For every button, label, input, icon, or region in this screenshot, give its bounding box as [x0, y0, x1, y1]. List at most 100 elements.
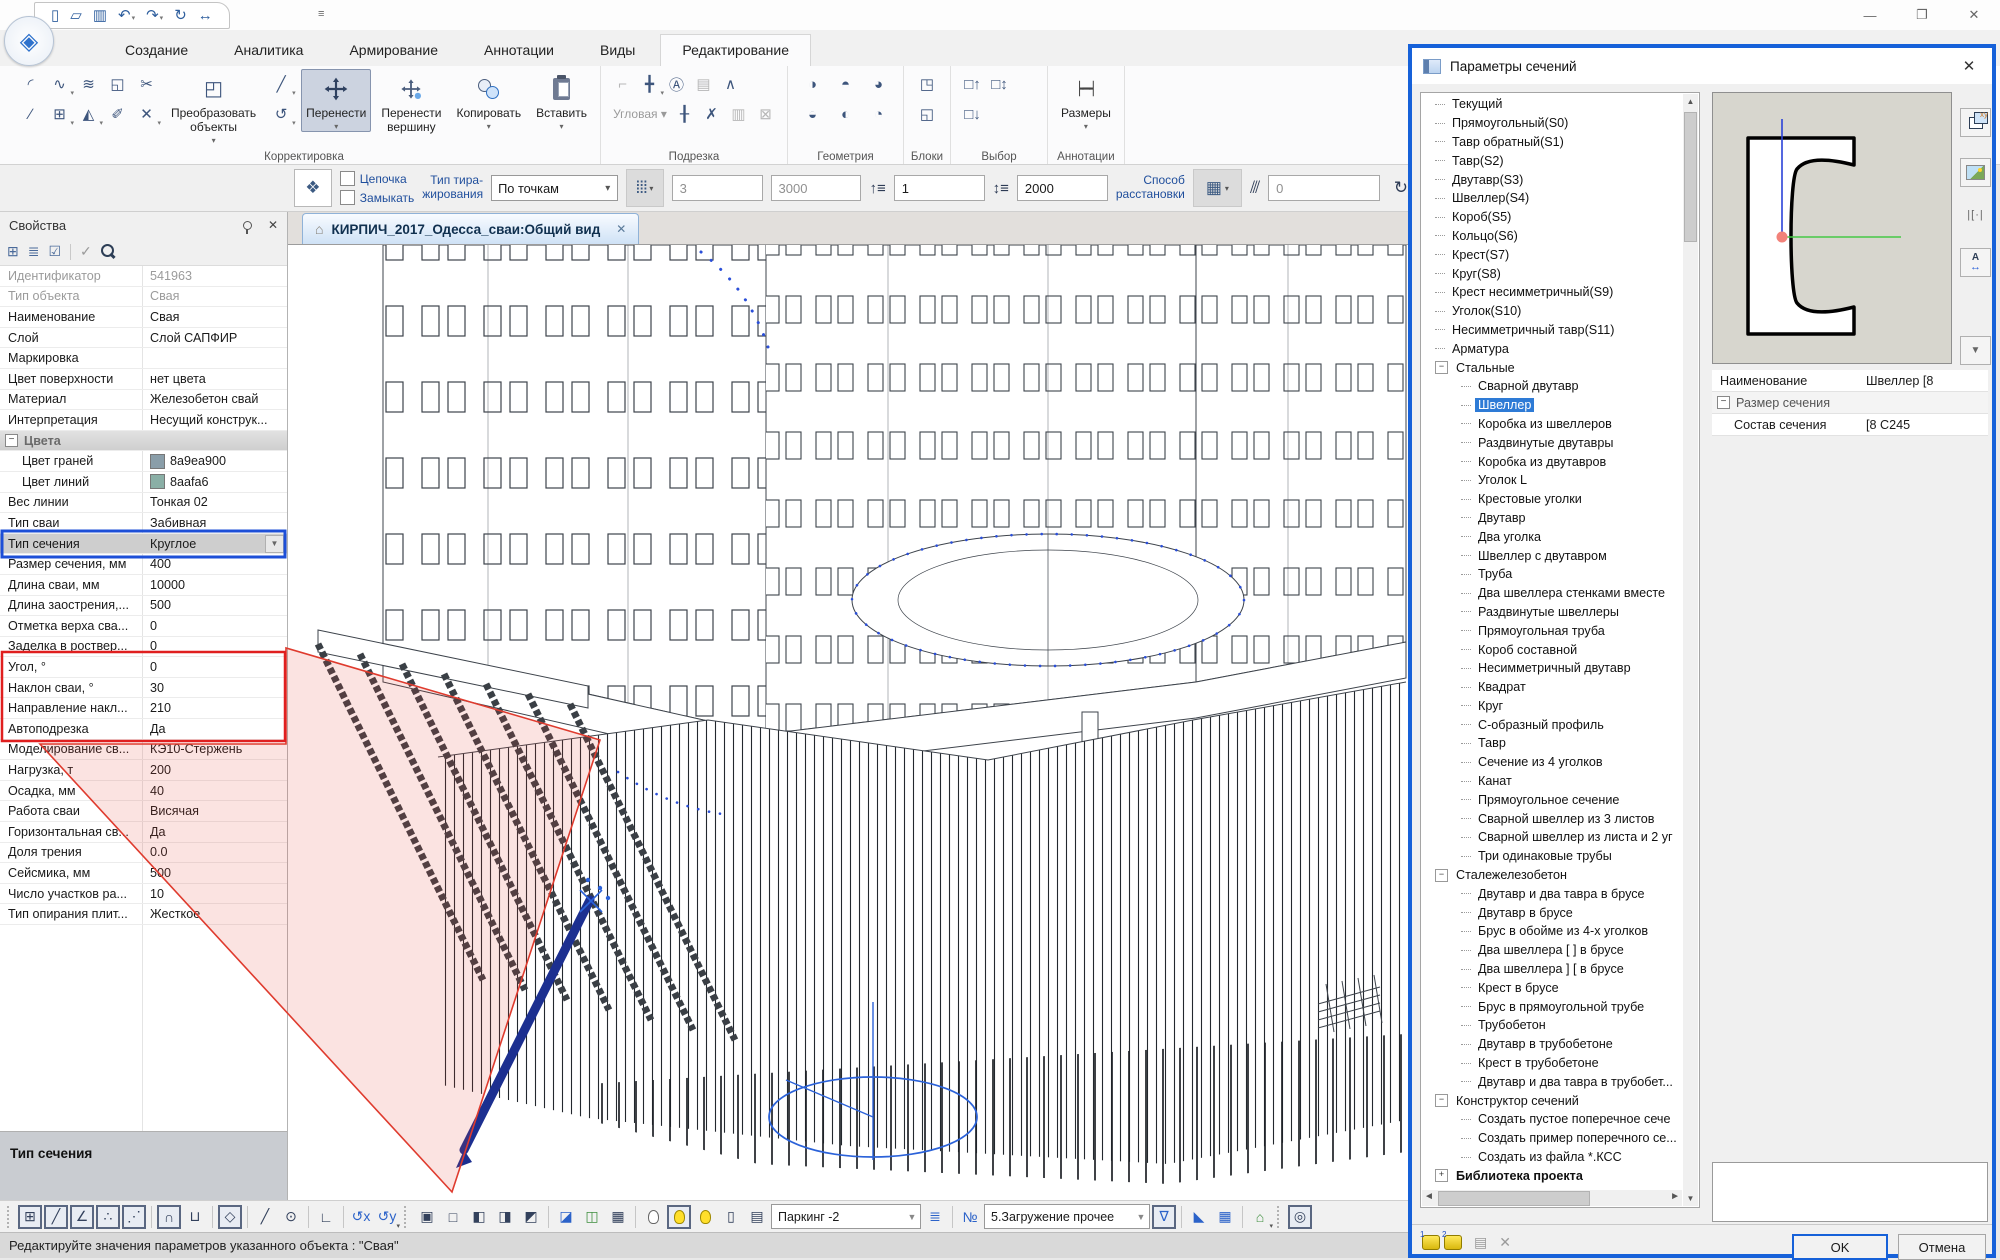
property-row[interactable]: НаименованиеСвая — [0, 307, 287, 328]
property-value[interactable]: Висячая — [142, 804, 287, 818]
tree-item[interactable]: Тавр — [1423, 734, 1682, 753]
box-cut-icon[interactable]: ⊠ — [752, 102, 779, 127]
cursor-filter-icon[interactable]: ◣ — [1187, 1205, 1211, 1229]
redo-icon[interactable]: ↷▾ — [146, 8, 163, 23]
tree-item[interactable]: −Сталежелезобетон — [1423, 866, 1682, 885]
workplane-snap-icon[interactable]: ◇ — [218, 1205, 242, 1229]
property-row[interactable]: Нагрузка, т200 — [0, 760, 287, 781]
pin-icon[interactable] — [243, 221, 252, 230]
boolean-slice-icon[interactable]: ◔ — [865, 102, 892, 127]
tree-item[interactable]: Прямоугольное сечение — [1423, 790, 1682, 809]
ungroup-icon[interactable]: ◱ — [913, 102, 940, 127]
tree-item[interactable]: Коробка из двутавров — [1423, 452, 1682, 471]
property-row[interactable]: ИнтерпретацияНесущий конструк... — [0, 410, 287, 431]
color-swatch[interactable] — [150, 454, 165, 469]
property-row[interactable]: Идентификатор541963 — [0, 266, 287, 287]
cancel-button[interactable]: Отмена — [1898, 1234, 1986, 1260]
tree-item[interactable]: Короб(S5) — [1423, 208, 1682, 227]
tree-item[interactable]: Сварной двутавр — [1423, 377, 1682, 396]
property-row[interactable]: Тип сваиЗабивная — [0, 513, 287, 534]
collapse-icon[interactable]: − — [1435, 869, 1448, 882]
profile-set-button[interactable]: |[·| — [1960, 200, 1991, 229]
quick-access-more-icon[interactable]: ≡ — [318, 8, 324, 20]
property-row[interactable]: Угол, °0 — [0, 657, 287, 678]
property-row[interactable]: МатериалЖелезобетон свай — [0, 390, 287, 411]
loadcase-select[interactable]: 5.Загружение прочее▼ — [984, 1204, 1150, 1229]
section-composition-value[interactable]: [8 С245 — [1860, 418, 1988, 432]
property-value[interactable]: Свая — [142, 310, 287, 324]
tree-item[interactable]: Крест в трубобетоне — [1423, 1054, 1682, 1073]
replication-type-select[interactable]: По точкам▾ — [491, 175, 618, 201]
property-value[interactable]: 0 — [142, 660, 287, 674]
scissors-icon[interactable]: ✂ — [133, 72, 160, 97]
property-row[interactable]: Цвет поверхностинет цвета — [0, 369, 287, 390]
undo-icon[interactable]: ↶▾ — [118, 8, 135, 23]
array-icon[interactable]: ⊞▾ — [46, 102, 73, 127]
dialog-close-icon[interactable]: ✕ — [1957, 57, 1981, 75]
collapse-icon[interactable]: − — [1435, 361, 1448, 374]
delete-section-icon[interactable]: ✕ — [1499, 1234, 1511, 1251]
pile-chain-icon[interactable]: ❖ — [294, 169, 332, 207]
view-tab[interactable]: ⌂ КИРПИЧ_2017_Одесса_сваи:Общий вид ✕ — [302, 213, 639, 244]
tree-item[interactable]: Два уголка — [1423, 527, 1682, 546]
tree-item[interactable]: Прямоугольный(S0) — [1423, 114, 1682, 133]
scroll-down-icon[interactable]: ▼ — [1683, 1191, 1698, 1206]
view-cube-textured-icon[interactable]: ◩ — [519, 1205, 543, 1229]
visibility-partial-icon[interactable] — [693, 1205, 717, 1229]
snap-segment-icon[interactable]: ⋰ — [122, 1205, 146, 1229]
corner-trim-icon[interactable]: ⌐ — [609, 72, 636, 97]
tree-item[interactable]: Несимметричный двутавр — [1423, 659, 1682, 678]
property-value[interactable]: 400 — [142, 557, 287, 571]
flat-list-icon[interactable]: ≣ — [28, 243, 40, 260]
property-value[interactable]: Забивная — [142, 516, 287, 530]
visibility-print-icon[interactable]: ▤ — [745, 1205, 769, 1229]
tree-item[interactable]: +Библиотека проекта — [1423, 1166, 1682, 1185]
tree-item[interactable]: Два швеллера ] [ в брусе — [1423, 960, 1682, 979]
rows-field[interactable]: 1 — [894, 175, 985, 201]
rotate-copies-icon[interactable]: ↻ — [1394, 178, 1408, 198]
tree-item[interactable]: Несимметричный тавр(S11) — [1423, 321, 1682, 340]
boolean-merge-icon[interactable]: ◐ — [832, 102, 859, 127]
tree-item[interactable]: Создать пустое поперечное сече — [1423, 1110, 1682, 1129]
ribbon-tab[interactable]: Армирование — [328, 35, 459, 66]
select-up-icon[interactable]: □↑ — [959, 72, 986, 97]
property-value[interactable]: 210 — [142, 701, 287, 715]
fit-text-icon[interactable]: Ⓐ — [663, 72, 690, 97]
scrollbar-thumb[interactable] — [1684, 112, 1697, 242]
property-value[interactable]: 30 — [142, 681, 287, 695]
tree-item[interactable]: Крест в брусе — [1423, 978, 1682, 997]
cross-extend-icon[interactable]: ╂ — [671, 102, 698, 127]
tree-item[interactable]: Двутавр(S3) — [1423, 170, 1682, 189]
property-row[interactable]: Моделирование св...КЭ10-Стержень — [0, 740, 287, 761]
apply-house-icon[interactable]: ⌂▾ — [1248, 1205, 1272, 1229]
tree-item[interactable]: Крест(S7) — [1423, 245, 1682, 264]
view-cube-solid-icon[interactable]: ▣ — [415, 1205, 439, 1229]
property-value[interactable]: нет цвета — [142, 372, 287, 386]
property-value[interactable]: 10000 — [142, 578, 287, 592]
tree-item[interactable]: С-образный профиль — [1423, 715, 1682, 734]
scrollbar-thumb[interactable] — [1438, 1191, 1590, 1206]
visibility-doc-icon[interactable]: ▯ — [719, 1205, 743, 1229]
rotate-y-icon[interactable]: ↺y▾ — [375, 1205, 399, 1229]
property-row[interactable]: Направление накл...210 — [0, 698, 287, 719]
property-group-row[interactable]: −Цвета — [0, 431, 287, 452]
ribbon-tab[interactable]: Аннотации — [463, 35, 575, 66]
tree-item[interactable]: Раздвинутые швеллеры — [1423, 603, 1682, 622]
snap-points-icon[interactable]: ∴ — [96, 1205, 120, 1229]
color-swatch[interactable] — [150, 474, 165, 489]
pile-row-mode-icon[interactable]: ⦙⦙⦙▾ — [626, 169, 664, 207]
property-value[interactable]: Тонкая 02 — [142, 495, 287, 509]
transform-objects-button[interactable]: ◰ Преобразоватьобъекты▾ — [166, 69, 261, 146]
magnet-snap-icon[interactable]: ∩ — [157, 1205, 181, 1229]
checked-list-icon[interactable]: ☑ — [48, 243, 61, 260]
layers-icon[interactable]: ≣ — [923, 1205, 947, 1229]
preview-image-button[interactable] — [1960, 158, 1991, 187]
collapse-icon[interactable]: − — [1717, 396, 1730, 409]
tree-item[interactable]: Сечение из 4 уголков — [1423, 753, 1682, 772]
unlock-icon[interactable]: ⊔ — [183, 1205, 207, 1229]
table-filter-icon[interactable]: ▦ — [1213, 1205, 1237, 1229]
property-value[interactable]: 200 — [142, 763, 287, 777]
ribbon-tab[interactable]: Виды — [579, 35, 656, 66]
boolean-cut-icon[interactable]: ◒ — [799, 102, 826, 127]
search-icon[interactable] — [101, 244, 114, 260]
